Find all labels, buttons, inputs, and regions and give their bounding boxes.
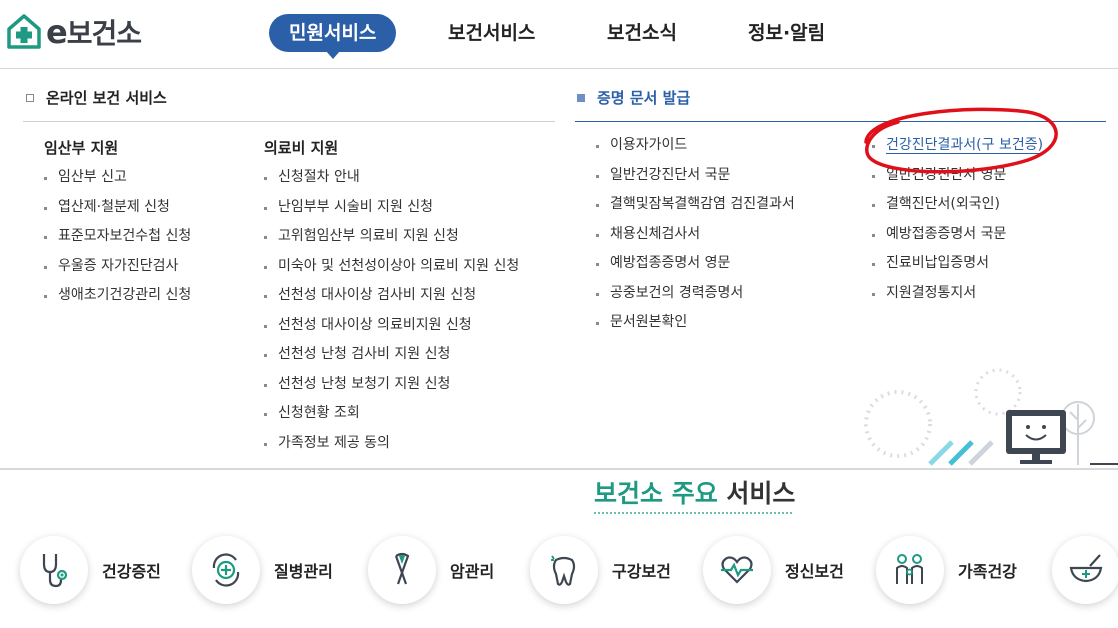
menu-link[interactable]: 이용자가이드 (596, 131, 795, 161)
square-bullet-icon (26, 93, 34, 102)
service-family-health[interactable]: 가족건강 (876, 535, 1017, 605)
menu-link[interactable]: 신청현황 조회 (264, 399, 519, 429)
nav-info-notice[interactable]: 정보·알림 (748, 14, 825, 52)
menu-link[interactable]: 지원결정통지서 (872, 279, 1043, 309)
service-cancer-management[interactable]: 암관리 (368, 535, 494, 605)
column-heading: 의료비 지원 (264, 139, 339, 157)
menu-link[interactable]: 공중보건의 경력증명서 (596, 279, 795, 309)
header-divider (0, 68, 1118, 69)
menu-link[interactable]: 신청절차 안내 (264, 163, 519, 193)
red-annotation-ellipse (864, 107, 1058, 174)
nav-health-service[interactable]: 보건서비스 (448, 14, 535, 52)
menu-link[interactable]: 선천성 난청 검사비 지원 신청 (264, 340, 519, 370)
medical-cross-cycle-icon (212, 553, 240, 587)
menu-column-medical-expense: 의료비 지원 신청절차 안내 난임부부 시술비 지원 신청 고위험임산부 의료비… (264, 133, 519, 458)
logo-text: 보건소 (66, 17, 142, 50)
service-label: 구강보건 (612, 562, 671, 581)
menu-link[interactable]: 임산부 신고 (44, 163, 191, 193)
service-disease-management[interactable]: 질병관리 (192, 535, 333, 605)
menu-column-pregnancy: 임산부 지원 임산부 신고 엽산제·철분제 신청 표준모자보건수첩 신청 우울증… (44, 133, 191, 311)
menu-link[interactable]: 결핵진단서(외국인) (872, 190, 1043, 220)
menu-link[interactable]: 가족정보 제공 동의 (264, 429, 519, 459)
home-cross-icon (7, 14, 41, 49)
menu-link[interactable]: 진료비납입증명서 (872, 249, 1043, 279)
menu-link[interactable]: 엽산제·철분제 신청 (44, 193, 191, 223)
column-heading: 임산부 지원 (44, 139, 119, 157)
monitor-illustration-icon (864, 368, 1118, 466)
logo-prefix: e (46, 13, 68, 51)
square-bullet-icon (577, 93, 585, 102)
mortar-bowl-icon (1069, 554, 1103, 583)
main-services-title: 보건소 주요 서비스 (594, 479, 796, 508)
menu-link[interactable]: 미숙아 및 선천성이상아 의료비 지원 신청 (264, 252, 519, 282)
title-underline (594, 512, 792, 514)
tooth-icon (551, 555, 576, 586)
heart-pulse-icon (721, 556, 753, 584)
menu-column-certificate-1: 이용자가이드 일반건강진단서 국문 결핵및잠복결핵감염 검진결과서 채용신체검사… (596, 131, 795, 338)
site-logo[interactable]: e보건소 (6, 12, 142, 52)
service-label: 가족건강 (958, 562, 1017, 581)
menu-link[interactable]: 생애초기건강관리 신청 (44, 281, 191, 311)
ribbon-icon (394, 552, 410, 585)
nav-health-news[interactable]: 보건소식 (607, 14, 677, 52)
menu-link[interactable]: 표준모자보건수첩 신청 (44, 222, 191, 252)
menu-link[interactable]: 결핵및잠복결핵감염 검진결과서 (596, 190, 795, 220)
service-label: 암관리 (450, 562, 495, 581)
menu-link[interactable]: 예방접종증명서 국문 (872, 220, 1043, 250)
stethoscope-icon (42, 554, 68, 588)
menu-link[interactable]: 예방접종증명서 영문 (596, 249, 795, 279)
section-title-certificate: 증명 문서 발급 (577, 87, 690, 108)
menu-link[interactable]: 우울증 자가진단검사 (44, 252, 191, 282)
nav-civil-service[interactable]: 민원서비스 (269, 14, 397, 59)
service-health-promotion[interactable]: 건강증진 (20, 535, 161, 605)
section-title-online-service: 온라인 보건 서비스 (26, 87, 167, 108)
menu-link[interactable]: 난임부부 시술비 지원 신청 (264, 193, 519, 223)
service-label: 정신보건 (785, 562, 844, 581)
service-oral-health[interactable]: 구강보건 (530, 535, 671, 605)
family-icon (896, 554, 923, 584)
service-oriental-medicine[interactable] (1052, 535, 1118, 605)
menu-link[interactable]: 선천성 난청 보청기 지원 신청 (264, 370, 519, 400)
menu-link[interactable]: 문서원본확인 (596, 308, 795, 338)
service-label: 질병관리 (274, 562, 333, 581)
menu-link[interactable]: 채용신체검사서 (596, 220, 795, 250)
header: e보건소 민원서비스 보건서비스 보건소식 정보·알림 (0, 0, 1118, 68)
menu-link[interactable]: 고위험임산부 의료비 지원 신청 (264, 222, 519, 252)
section-divider-left (23, 121, 555, 122)
service-mental-health[interactable]: 정신보건 (703, 535, 844, 605)
menu-link[interactable]: 선천성 대사이상 검사비 지원 신청 (264, 281, 519, 311)
menu-link[interactable]: 선천성 대사이상 의료비지원 신청 (264, 311, 519, 341)
service-label: 건강증진 (102, 562, 161, 581)
panel-bottom-divider (0, 468, 1118, 470)
menu-link[interactable]: 일반건강진단서 국문 (596, 161, 795, 191)
